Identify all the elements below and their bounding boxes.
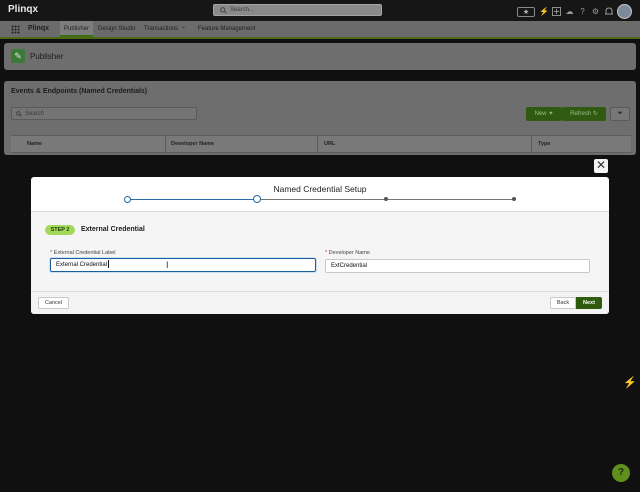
developer-name-label: * Developer Name [325,250,370,256]
tab-feature-management[interactable]: Feature Management [198,21,255,37]
developer-name-input[interactable]: ExtCredential [325,259,590,273]
required-marker: * [325,250,328,256]
refresh-button[interactable]: Refresh ↻ [562,107,606,121]
input-value: ExtCredential [331,263,368,269]
modal-header: Named Credential Setup [31,177,609,212]
table-header: Name Developer Name URL Type [11,135,631,153]
app-name: Plinqx [28,25,50,32]
progress-step-3[interactable] [384,197,388,201]
i-beam-cursor-icon: I [166,260,169,270]
filter-icon: ⏷ [617,110,623,117]
list-view-card: Events & Endpoints (Named Credentials) S… [4,81,636,155]
text-cursor [108,260,110,269]
column-header-url[interactable]: URL [324,136,335,152]
list-title: Events & Endpoints (Named Credentials) [11,88,148,95]
search-icon [16,111,22,119]
column-divider [165,136,166,152]
global-search-input[interactable]: Search... [213,4,382,16]
help-icon[interactable]: ? [578,7,587,16]
page-title: Publisher [30,52,64,61]
global-search-placeholder: Search... [230,7,255,13]
list-search-input[interactable]: Search [11,107,197,120]
progress-step-1[interactable] [124,196,131,203]
required-marker: * [50,250,53,256]
refresh-icon: ↻ [592,111,598,117]
help-button[interactable]: ? [612,464,630,482]
progress-step-4[interactable] [512,197,516,201]
tab-design-studio[interactable]: Design Studio [98,21,135,37]
global-header: Plinqx Search... ★ ⚡ ☁ ? ⚙ [0,0,640,21]
modal-body: STEP 2 External Credential * External Cr… [31,212,609,291]
step-badge: STEP 2 [45,225,75,235]
search-icon [220,7,227,16]
bell-icon[interactable] [604,7,613,16]
gear-icon[interactable]: ⚙ [591,7,600,16]
page-header: ✎ Publisher [4,43,636,70]
refresh-button-label: Refresh [570,111,592,117]
tab-publisher[interactable]: Publisher [60,21,94,37]
column-header-type[interactable]: Type [538,136,550,152]
bolt-icon[interactable]: ⚡ [623,376,637,389]
plus-icon: ✦ [548,111,554,117]
column-header-name[interactable]: Name [27,136,42,152]
bolt-icon[interactable]: ⚡ [539,7,549,16]
column-header-developer-name[interactable]: Developer Name [171,136,214,152]
modal-title: Named Credential Setup [273,184,367,194]
external-credential-label-label: * External Credential Label [50,250,115,256]
plus-icon[interactable] [552,7,561,16]
input-value: External Credential [56,262,108,268]
app-nav-bar: Plinqx Publisher Design Studio Transacti… [0,21,640,39]
modal-footer: Cancel Back Next [31,291,609,314]
list-search-placeholder: Search [25,111,45,117]
cancel-button[interactable]: Cancel [38,297,69,309]
modal-close-button[interactable]: ✕ [594,159,608,173]
column-divider [531,136,532,152]
close-icon: ✕ [595,158,607,172]
app-logo[interactable]: Plinqx [8,4,38,15]
cloud-icon[interactable]: ☁ [565,7,574,16]
external-credential-label-input[interactable]: External Credential [50,258,316,272]
avatar[interactable] [617,4,632,19]
header-utilities: ★ ⚡ ☁ ? ⚙ [517,4,632,19]
named-credential-modal: Named Credential Setup STEP 2 External C… [31,177,609,314]
chevron-down-icon[interactable]: ⌄ [181,19,186,35]
publisher-icon: ✎ [11,49,25,63]
favorites-star-icon[interactable]: ★ [517,6,535,17]
next-button[interactable]: Next [576,297,602,309]
step-title: External Credential [81,226,145,233]
progress-step-2[interactable] [253,195,261,203]
field-label-text: Developer Name [328,250,370,256]
tab-transactions[interactable]: Transactions [144,21,178,37]
new-button[interactable]: New ✦ [526,107,562,121]
filter-button[interactable]: ⏷ [610,107,630,121]
app-launcher-icon[interactable] [11,25,20,36]
column-divider [317,136,318,152]
progress-line-completed [127,199,257,200]
new-button-label: New [534,111,547,117]
back-button[interactable]: Back [550,297,576,309]
field-label-text: External Credential Label [53,250,116,256]
